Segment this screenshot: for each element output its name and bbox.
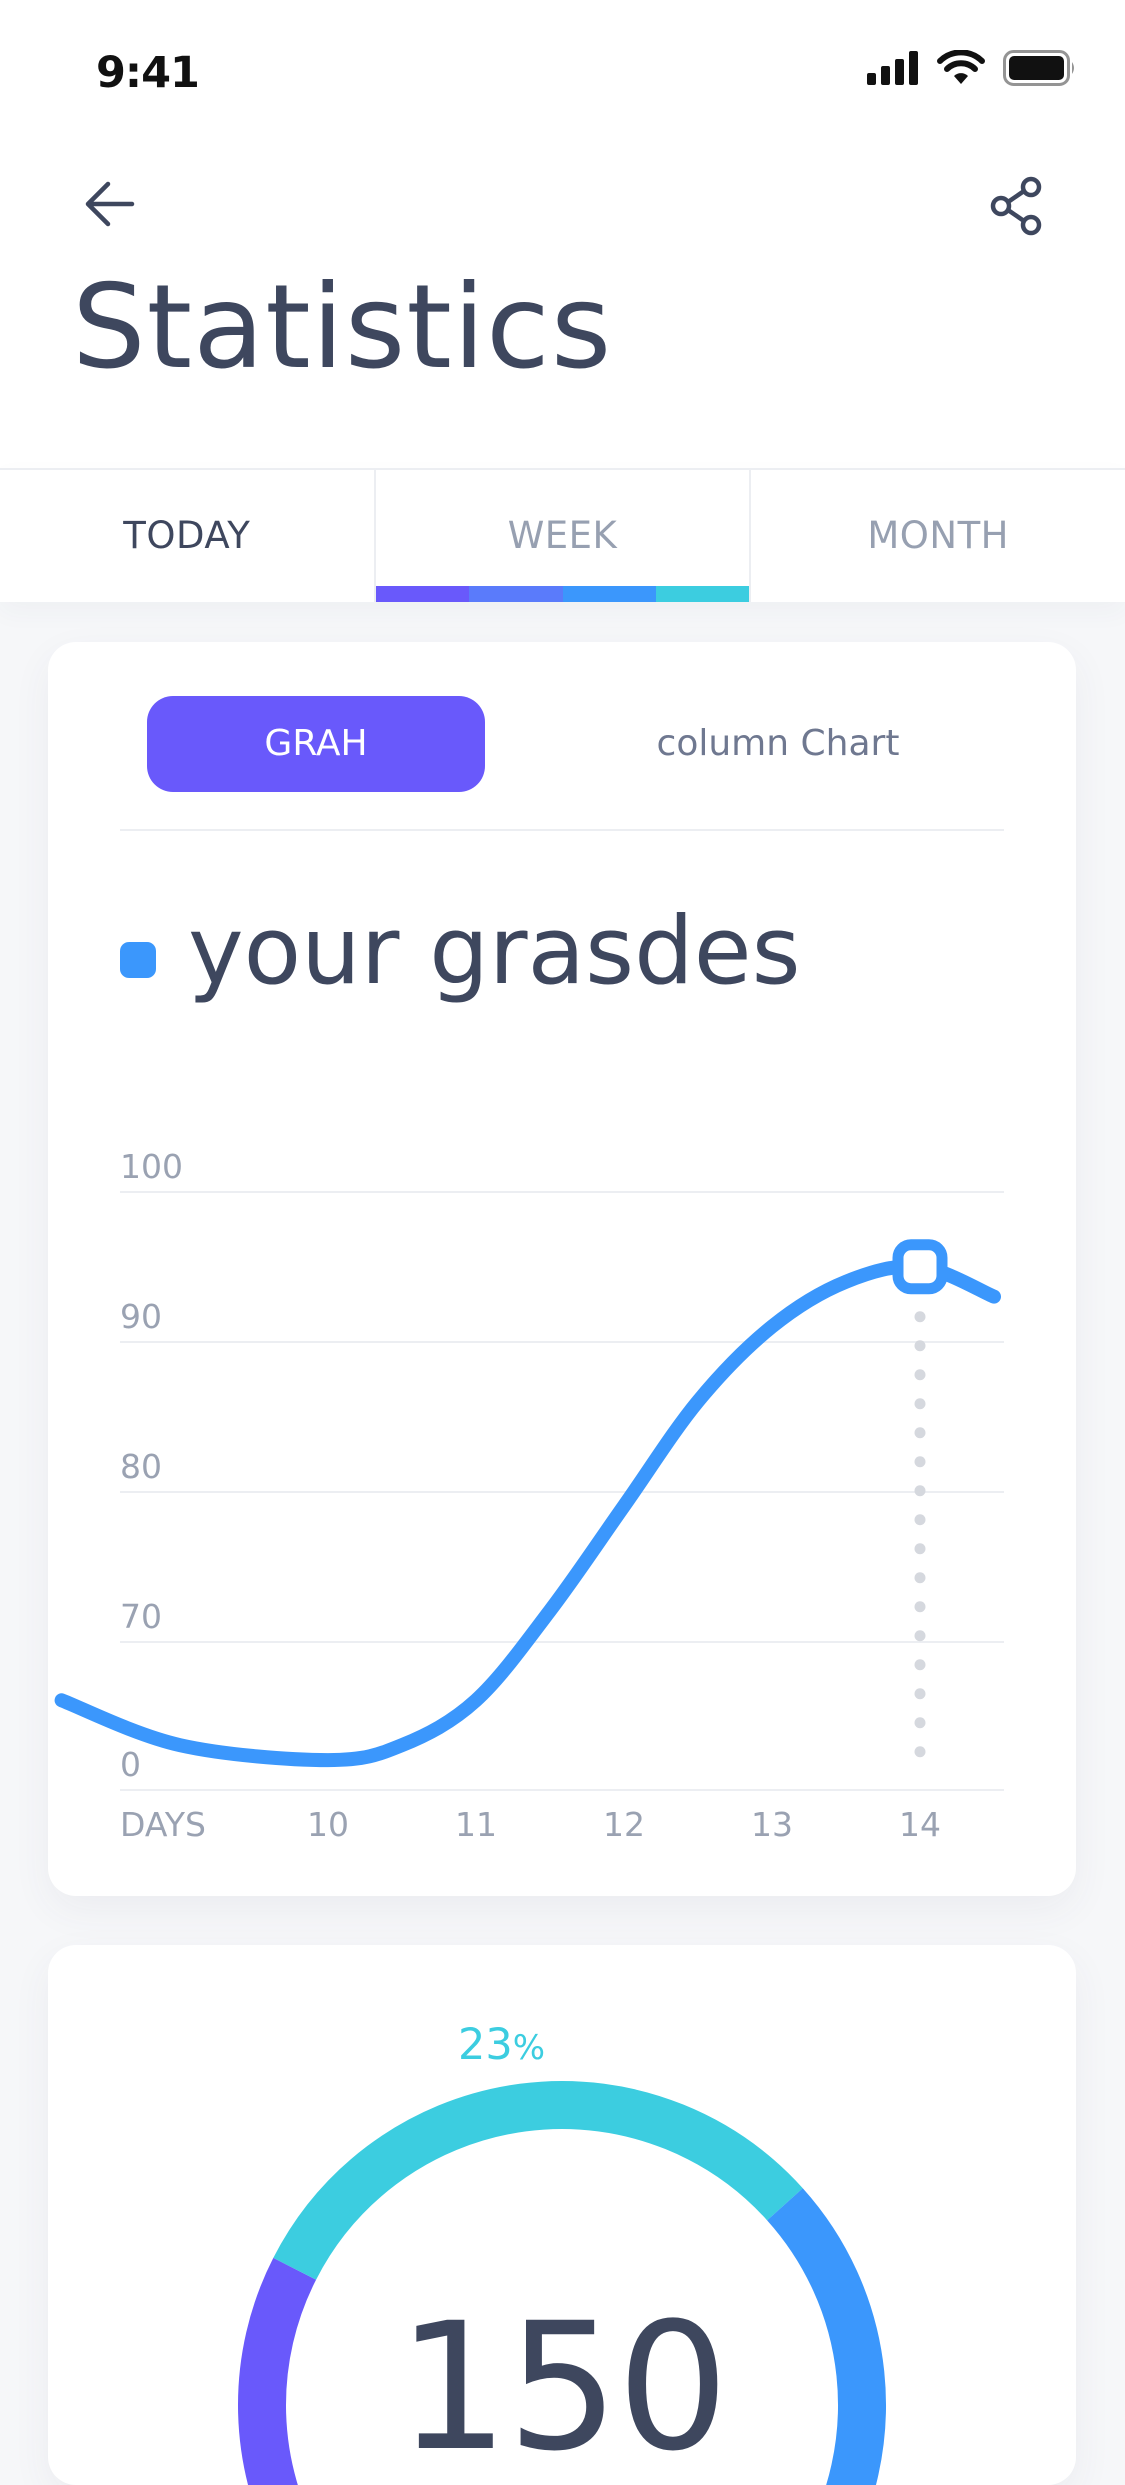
tab-week[interactable]: WEEK	[373, 470, 750, 602]
drop-line-dot	[914, 1340, 926, 1352]
x-axis-label: DAYS	[120, 1805, 206, 1844]
arrow-left-icon[interactable]	[82, 176, 142, 232]
tab-month[interactable]: MONTH	[749, 470, 1125, 602]
underline-segment	[469, 586, 563, 602]
x-tick-label: 11	[455, 1805, 497, 1844]
tab-today[interactable]: TODAY	[0, 470, 374, 602]
drop-line-dot	[914, 1427, 926, 1439]
underline-segment	[655, 586, 750, 602]
drop-line-dot	[914, 1398, 926, 1410]
y-tick-label: 0	[120, 1745, 141, 1784]
x-tick-label: 14	[899, 1805, 941, 1844]
cellular-signal-icon	[867, 51, 919, 89]
tab-week-underline	[375, 586, 750, 602]
page-title: Statistics	[72, 260, 613, 395]
y-tick-label: 100	[120, 1147, 183, 1186]
drop-line-dot	[914, 1543, 926, 1555]
grades-line-chart: 100 90 80 70 0 DAYS 10 11 12 13 14	[54, 1147, 1004, 1844]
header-area: 9:41 Statistics	[0, 0, 1125, 468]
y-tick-label: 80	[120, 1447, 162, 1486]
status-icons	[867, 49, 1077, 90]
drop-line-dot	[914, 1311, 926, 1323]
wifi-icon	[937, 49, 985, 90]
drop-line-dot	[914, 1659, 926, 1671]
period-tabs: TODAY WEEK MONTH	[0, 468, 1125, 602]
drop-line-dot	[914, 1572, 926, 1584]
ring-segment	[273, 2081, 803, 2280]
battery-icon	[1003, 50, 1077, 90]
total-card: 23% 150	[48, 1945, 1076, 2485]
drop-line-dot	[914, 1688, 926, 1700]
tab-week-label: WEEK	[507, 514, 618, 557]
drop-line-dot	[914, 1717, 926, 1729]
underline-segment	[375, 586, 470, 602]
total-value: 150	[397, 2285, 729, 2485]
drop-line-dot	[914, 1601, 926, 1613]
share-icon[interactable]	[989, 176, 1045, 236]
underline-segment	[562, 586, 656, 602]
series-line	[54, 1259, 1001, 1768]
status-time: 9:41	[96, 48, 200, 98]
drop-line-dot	[914, 1456, 926, 1468]
y-tick-label: 90	[120, 1297, 162, 1336]
highlight-marker	[892, 1239, 948, 1295]
drop-line-dot	[914, 1514, 926, 1526]
drop-line-dot	[914, 1746, 926, 1758]
x-tick-label: 10	[307, 1805, 349, 1844]
drop-line-dot	[914, 1485, 926, 1497]
x-tick-label: 13	[751, 1805, 793, 1844]
grades-card: GRAH column Chart your grasdes 100 90 80 70…	[48, 642, 1076, 1896]
drop-line-dot	[914, 1630, 926, 1642]
x-tick-label: 12	[603, 1805, 645, 1844]
drop-line-dot	[914, 1369, 926, 1381]
y-tick-label: 70	[120, 1597, 162, 1636]
